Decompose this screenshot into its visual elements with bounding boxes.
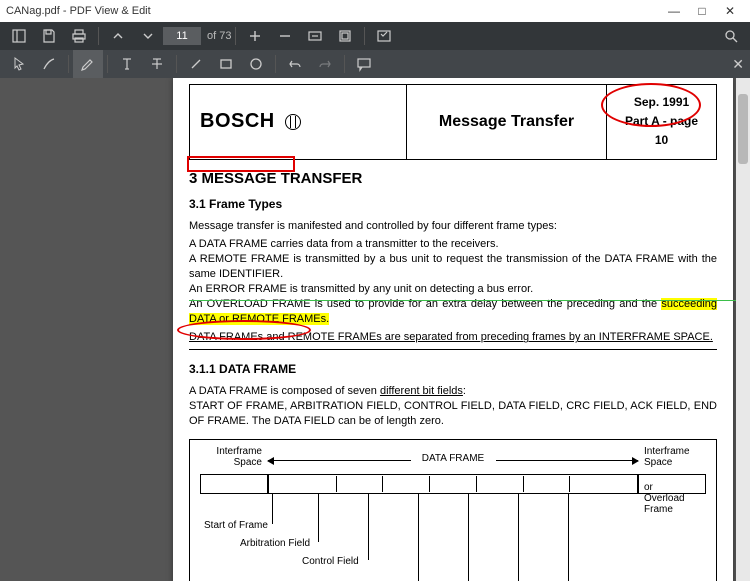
undo-icon[interactable] (280, 50, 310, 78)
header-bosch: BOSCH (190, 85, 407, 160)
strikethrough-tool-icon[interactable] (142, 50, 172, 78)
diagram-field-label: Control Field (302, 556, 359, 567)
zoom-in-icon[interactable] (240, 22, 270, 50)
circle-tool-icon[interactable] (241, 50, 271, 78)
annotation-ellipse[interactable] (601, 83, 701, 127)
diagram-label: DATA FRAME (411, 453, 496, 464)
annotation-rect[interactable] (187, 156, 295, 172)
fit-page-icon[interactable] (330, 22, 360, 50)
separator (344, 55, 345, 73)
close-toolbar-icon[interactable]: ✕ (732, 56, 744, 73)
subsubsection-heading: 3.1.1 DATA FRAME (189, 362, 296, 376)
frame-diagram: Interframe Space Interframe Space DATA F… (189, 439, 717, 581)
document-viewport[interactable]: BOSCH Message Transfer Sep. 1991 Part A … (0, 78, 750, 581)
separator (98, 27, 99, 45)
separator (107, 55, 108, 73)
diagram-segments (290, 476, 616, 492)
annotation-line[interactable] (189, 300, 750, 301)
separator (235, 27, 236, 45)
pen-tool-icon[interactable] (34, 50, 64, 78)
highlight-tool-icon[interactable] (73, 50, 103, 78)
header-title: Message Transfer (407, 85, 607, 160)
maximize-button[interactable]: □ (688, 0, 716, 22)
save-icon[interactable] (34, 22, 64, 50)
titlebar: CANag.pdf - PDF View & Edit — □ ✕ (0, 0, 750, 22)
section-heading: 3 MESSAGE TRANSFER (189, 170, 717, 187)
next-page-button[interactable] (133, 22, 163, 50)
redo-icon[interactable] (310, 50, 340, 78)
main-toolbar: of 73 (0, 22, 750, 50)
line-tool-icon[interactable] (181, 50, 211, 78)
diagram-field-label: Start of Frame (204, 520, 268, 531)
separator (68, 55, 69, 73)
diagram-box (638, 474, 706, 494)
diagram-label: Interframe Space (196, 446, 262, 468)
diagram-box (200, 474, 268, 494)
diagram-field-label: Arbitration Field (240, 538, 310, 549)
rect-tool-icon[interactable] (211, 50, 241, 78)
edit-mode-icon[interactable] (369, 22, 399, 50)
annotation-toolbar: ✕ (0, 50, 750, 78)
separator (275, 55, 276, 73)
pdf-page: BOSCH Message Transfer Sep. 1991 Part A … (173, 78, 733, 581)
page-number-input[interactable] (163, 27, 201, 45)
zoom-out-icon[interactable] (270, 22, 300, 50)
bosch-logo-icon (285, 114, 301, 130)
text-tool-icon[interactable] (112, 50, 142, 78)
vertical-scrollbar[interactable] (736, 78, 750, 581)
diagram-label: Interframe Space (644, 446, 710, 468)
paragraph: A DATA FRAME is composed of seven differ… (189, 384, 717, 429)
minimize-button[interactable]: — (660, 0, 688, 22)
window-title: CANag.pdf - PDF View & Edit (6, 5, 660, 17)
scrollbar-thumb[interactable] (738, 94, 748, 164)
subsection-heading: 3.1 Frame Types (189, 197, 282, 211)
cursor-tool-icon[interactable] (4, 50, 34, 78)
prev-page-button[interactable] (103, 22, 133, 50)
comment-tool-icon[interactable] (349, 50, 379, 78)
annotation-ellipse[interactable] (177, 320, 311, 340)
sidebar-toggle-icon[interactable] (4, 22, 34, 50)
print-icon[interactable] (64, 22, 94, 50)
paragraph: Message transfer is manifested and contr… (189, 219, 717, 234)
search-icon[interactable] (716, 22, 746, 50)
page-total-label: of 73 (207, 30, 231, 42)
fit-width-icon[interactable] (300, 22, 330, 50)
separator (176, 55, 177, 73)
separator (364, 27, 365, 45)
close-window-button[interactable]: ✕ (716, 0, 744, 22)
paragraph: A DATA FRAME carries data from a transmi… (189, 237, 717, 326)
